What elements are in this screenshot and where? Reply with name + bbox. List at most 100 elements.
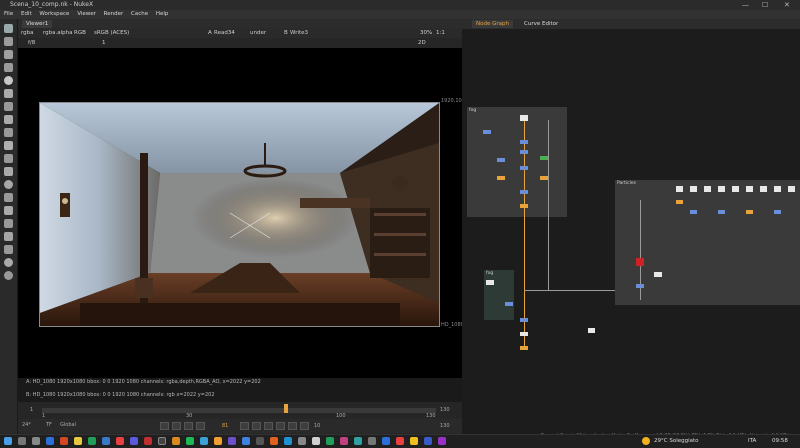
app-icon-7[interactable] (284, 437, 292, 445)
acrobat-icon[interactable] (144, 437, 152, 445)
gizmo-tool-icon[interactable] (4, 258, 13, 267)
word-icon[interactable] (46, 437, 54, 445)
node-blue[interactable] (718, 210, 725, 214)
app-icon-5[interactable] (256, 437, 264, 445)
excel-icon[interactable] (88, 437, 96, 445)
app-icon-4[interactable] (242, 437, 250, 445)
menu-edit[interactable]: Edit (21, 11, 32, 17)
display-dropdown[interactable]: RGB (74, 28, 86, 38)
fps-dropdown[interactable]: 24* (22, 422, 31, 428)
node-blue[interactable] (520, 140, 528, 144)
node-orange[interactable] (676, 200, 683, 204)
keyer-tool-icon[interactable] (4, 102, 13, 111)
app-icon-12[interactable] (354, 437, 362, 445)
next-increment-button[interactable] (276, 422, 285, 430)
time-tool-icon[interactable] (4, 50, 13, 59)
node-white[interactable] (588, 328, 595, 333)
frame-field[interactable]: 1 (102, 38, 106, 48)
color-tool-icon[interactable] (4, 76, 13, 85)
app-icon-6[interactable] (270, 437, 278, 445)
tab-viewer1[interactable]: Viewer1 (22, 20, 53, 28)
deep-tool-icon[interactable] (4, 193, 13, 202)
node-red[interactable] (636, 258, 644, 266)
app-icon-16[interactable] (410, 437, 418, 445)
view-mode-dropdown[interactable]: 2D (418, 38, 426, 48)
viewer-tool-icon[interactable] (4, 154, 13, 163)
other-tool-icon[interactable] (4, 206, 13, 215)
read-node[interactable] (676, 186, 683, 192)
node-blue[interactable] (483, 130, 491, 134)
channel-tool-icon[interactable] (4, 63, 13, 72)
filter-tool-icon[interactable] (4, 89, 13, 98)
node-blue[interactable] (690, 210, 697, 214)
edge-icon[interactable] (102, 437, 110, 445)
timeline-track[interactable] (42, 408, 436, 413)
read-node[interactable] (704, 186, 711, 192)
input-b-dropdown[interactable]: Write3 (290, 28, 308, 38)
node-orange[interactable] (497, 176, 505, 180)
tf-dropdown[interactable]: TF (46, 422, 52, 428)
input-a-dropdown[interactable]: Read34 (214, 28, 235, 38)
read-node[interactable] (732, 186, 739, 192)
node-blue[interactable] (505, 302, 513, 306)
step-field[interactable]: 10 (314, 423, 320, 429)
end-frame-field[interactable]: 130 (440, 423, 450, 429)
prev-keyframe-button[interactable] (172, 422, 181, 430)
image-tool-icon[interactable] (4, 24, 13, 33)
metadata-tool-icon[interactable] (4, 167, 13, 176)
play-backward-button[interactable] (240, 422, 249, 430)
node-blue[interactable] (497, 158, 505, 162)
backdrop-fog[interactable]: fog (467, 107, 567, 217)
menu-viewer[interactable]: Viewer (77, 11, 96, 17)
merge-op-dropdown[interactable]: under (250, 28, 266, 38)
alpha-dropdown[interactable]: rgba.alpha (43, 28, 73, 38)
colorspace-dropdown[interactable]: sRGB (ACES) (94, 28, 129, 38)
app-icon[interactable] (116, 437, 124, 445)
node-orange[interactable] (746, 210, 753, 214)
timeline-playhead[interactable] (284, 404, 289, 413)
clock[interactable]: 09:58 (772, 438, 788, 444)
node-orange[interactable] (540, 176, 548, 180)
weather-icon[interactable] (642, 437, 650, 445)
furnace-tool-icon[interactable] (4, 219, 13, 228)
menu-workspace[interactable]: Workspace (39, 11, 69, 17)
nuke-icon[interactable] (158, 437, 166, 445)
app-icon-14[interactable] (382, 437, 390, 445)
read-node[interactable] (746, 186, 753, 192)
app-icon-3[interactable] (228, 437, 236, 445)
blender-icon[interactable] (172, 437, 180, 445)
menu-file[interactable]: File (4, 11, 13, 17)
first-frame-button[interactable] (160, 422, 169, 430)
toolsets-tool-icon[interactable] (4, 245, 13, 254)
write-node[interactable] (520, 346, 528, 350)
app-icon-10[interactable] (326, 437, 334, 445)
close-button[interactable]: ✕ (784, 0, 790, 10)
next-frame-button[interactable] (264, 422, 273, 430)
node-blue[interactable] (774, 210, 781, 214)
backdrop-small[interactable]: fog (484, 270, 514, 320)
app-icon-15[interactable] (396, 437, 404, 445)
channels-dropdown[interactable]: rgba (21, 28, 34, 38)
teams-icon[interactable] (130, 437, 138, 445)
read-node[interactable] (520, 115, 528, 121)
app-icon-8[interactable] (298, 437, 306, 445)
app-icon-13[interactable] (368, 437, 376, 445)
menu-help[interactable]: Help (156, 11, 169, 17)
search-icon[interactable] (18, 437, 26, 445)
node-white[interactable] (654, 272, 662, 277)
taskview-icon[interactable] (32, 437, 40, 445)
node-white[interactable] (520, 332, 528, 336)
particles-tool-icon[interactable] (4, 180, 13, 189)
ratio-dropdown[interactable]: 1:1 (436, 28, 445, 38)
node-orange[interactable] (520, 204, 528, 208)
chrome-icon[interactable] (214, 437, 222, 445)
app-icon-17[interactable] (424, 437, 432, 445)
maximize-button[interactable]: ☐ (762, 0, 768, 10)
current-frame-field[interactable]: 81 (222, 423, 228, 429)
settings-tool-icon[interactable] (4, 271, 13, 280)
prev-frame-button[interactable] (196, 422, 205, 430)
read-node[interactable] (690, 186, 697, 192)
zoom-dropdown[interactable]: 30% (420, 28, 432, 38)
menu-cache[interactable]: Cache (131, 11, 148, 17)
play-forward-button[interactable] (252, 422, 261, 430)
